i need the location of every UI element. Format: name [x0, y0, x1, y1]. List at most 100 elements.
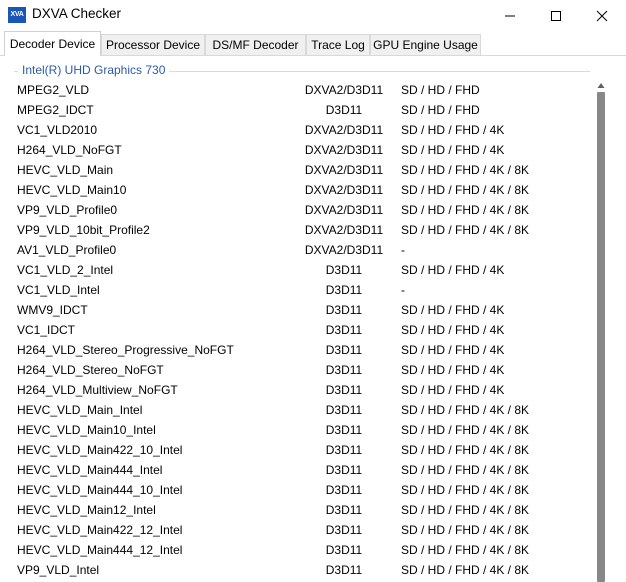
table-row[interactable]: VC1_VLD_2_Intel D3D11 SD / HD / FHD / 4K [0, 260, 600, 280]
decoder-name-cell: H264_VLD_Stereo_NoFGT [17, 363, 164, 377]
resolution-cell: SD / HD / FHD [401, 103, 480, 117]
table-row[interactable]: HEVC_VLD_Main10_Intel D3D11 SD / HD / FHD … [0, 420, 600, 440]
api-cell: DXVA2/D3D11 [304, 203, 384, 217]
api-cell: D3D11 [325, 443, 363, 457]
resolution-cell: SD / HD / FHD / 4K / 8K [401, 503, 530, 517]
table-row[interactable]: HEVC_VLD_Main444_12_Intel D3D11 SD / HD / … [0, 540, 600, 560]
api-cell: D3D11 [325, 403, 363, 417]
decoder-name-cell: WMV9_IDCT [17, 303, 88, 317]
scrollbar-thumb[interactable] [597, 92, 605, 582]
vertical-scrollbar[interactable] [594, 78, 608, 582]
resolution-cell: SD / HD / FHD / 4K / 8K [401, 203, 530, 217]
table-row[interactable]: VC1_IDCT D3D11 SD / HD / FHD / 4K [0, 320, 600, 340]
decoder-name-cell: HEVC_VLD_Main_Intel [17, 403, 143, 417]
api-cell: D3D11 [325, 103, 363, 117]
decoder-name-cell: VP9_VLD_Intel [17, 563, 100, 577]
minimize-icon [505, 15, 515, 17]
resolution-cell: SD / HD / FHD / 4K [401, 303, 505, 317]
decoder-name-cell: VC1_VLD_Intel [17, 283, 100, 297]
resolution-cell: SD / HD / FHD / 4K / 8K [401, 183, 530, 197]
api-cell: D3D11 [325, 343, 363, 357]
table-row[interactable]: VP9_VLD_10bit_Profile2 DXVA2/D3D11 SD / HD… [0, 220, 600, 240]
table-row[interactable]: VC1_VLD_Intel D3D11 - [0, 280, 600, 300]
scroll-up-button[interactable] [594, 78, 608, 90]
table-row[interactable]: HEVC_VLD_Main10 DXVA2/D3D11 SD / HD / FHD … [0, 180, 600, 200]
table-row[interactable]: MPEG2_VLD DXVA2/D3D11 SD / HD / FHD [0, 80, 600, 100]
decoder-name-cell: VC1_VLD2010 [17, 123, 98, 137]
table-row[interactable]: HEVC_VLD_Main_Intel D3D11 SD / HD / FHD / … [0, 400, 600, 420]
table-row[interactable]: HEVC_VLD_Main444_10_Intel D3D11 SD / HD / … [0, 480, 600, 500]
gpu-group-title: Intel(R) UHD Graphics 730 [18, 63, 170, 77]
api-cell: DXVA2/D3D11 [304, 143, 384, 157]
table-row[interactable]: H264_VLD_Stereo_Progressive_NoFGT D3D11 SD… [0, 340, 600, 360]
table-row[interactable]: H264_VLD_Multiview_NoFGT D3D11 SD / HD / F… [0, 380, 600, 400]
table-row[interactable]: VP9_VLD_Profile0 DXVA2/D3D11 SD / HD / FHD… [0, 200, 600, 220]
resolution-cell: SD / HD / FHD / 4K / 8K [401, 563, 530, 577]
tab-processor-device[interactable]: Processor Device [101, 34, 205, 55]
resolution-cell: SD / HD / FHD / 4K / 8K [401, 163, 530, 177]
close-button[interactable] [579, 0, 625, 31]
api-cell: D3D11 [325, 363, 363, 377]
resolution-cell: - [401, 243, 405, 257]
api-cell: DXVA2/D3D11 [304, 243, 384, 257]
dxva-app-icon: XVA [8, 7, 26, 23]
decoder-name-cell: HEVC_VLD_Main10_Intel [17, 423, 156, 437]
resolution-cell: SD / HD / FHD / 4K [401, 323, 505, 337]
table-row[interactable]: HEVC_VLD_Main12_Intel D3D11 SD / HD / FHD … [0, 500, 600, 520]
api-cell: D3D11 [325, 543, 363, 557]
tab-gpu-engine-usage[interactable]: GPU Engine Usage [370, 34, 481, 55]
decoder-name-cell: VC1_VLD_2_Intel [17, 263, 114, 277]
table-row[interactable]: H264_VLD_Stereo_NoFGT D3D11 SD / HD / FHD … [0, 360, 600, 380]
maximize-button[interactable] [533, 0, 579, 31]
decoder-name-cell: HEVC_VLD_Main12_Intel [17, 503, 156, 517]
decoder-name-cell: VP9_VLD_10bit_Profile2 [17, 223, 150, 237]
resolution-cell: SD / HD / FHD / 4K / 8K [401, 443, 530, 457]
decoder-name-cell: H264_VLD_Stereo_Progressive_NoFGT [17, 343, 234, 357]
api-cell: DXVA2/D3D11 [304, 83, 384, 97]
table-row[interactable]: AV1_VLD_Profile0 DXVA2/D3D11 - [0, 240, 600, 260]
tab-ds-mf-decoder[interactable]: DS/MF Decoder [205, 34, 306, 55]
maximize-icon [551, 11, 561, 21]
decoder-name-cell: HEVC_VLD_Main10 [17, 183, 127, 197]
resolution-cell: SD / HD / FHD [401, 83, 480, 97]
tab-decoder-device[interactable]: Decoder Device [4, 31, 101, 56]
decoder-name-cell: VP9_VLD_Profile0 [17, 203, 118, 217]
api-cell: D3D11 [325, 423, 363, 437]
resolution-cell: SD / HD / FHD / 4K [401, 143, 505, 157]
table-row[interactable]: WMV9_IDCT D3D11 SD / HD / FHD / 4K [0, 300, 600, 320]
window-title: DXVA Checker [32, 6, 122, 21]
table-row[interactable]: H264_VLD_NoFGT DXVA2/D3D11 SD / HD / FHD /… [0, 140, 600, 160]
minimize-button[interactable] [487, 0, 533, 31]
decoder-device-panel: Intel(R) UHD Graphics 730 MPEG2_VLD DXVA2… [0, 56, 626, 582]
api-cell: D3D11 [325, 503, 363, 517]
resolution-cell: SD / HD / FHD / 4K / 8K [401, 523, 530, 537]
api-cell: D3D11 [325, 523, 363, 537]
resolution-cell: SD / HD / FHD / 4K [401, 363, 505, 377]
table-row[interactable]: HEVC_VLD_Main444_Intel D3D11 SD / HD / FHD… [0, 460, 600, 480]
resolution-cell: - [401, 283, 405, 297]
resolution-cell: SD / HD / FHD / 4K / 8K [401, 543, 530, 557]
api-cell: D3D11 [325, 463, 363, 477]
table-row[interactable]: VC1_VLD2010 DXVA2/D3D11 SD / HD / FHD / 4K [0, 120, 600, 140]
decoder-name-cell: VC1_IDCT [17, 323, 76, 337]
table-row[interactable]: MPEG2_IDCT D3D11 SD / HD / FHD [0, 100, 600, 120]
decoder-name-cell: H264_VLD_Multiview_NoFGT [17, 383, 178, 397]
api-cell: DXVA2/D3D11 [304, 163, 384, 177]
api-cell: DXVA2/D3D11 [304, 183, 384, 197]
close-icon [596, 10, 608, 22]
table-row[interactable]: VP9_VLD_Intel D3D11 SD / HD / FHD / 4K / 8… [0, 560, 600, 580]
api-cell: D3D11 [325, 303, 363, 317]
table-row[interactable]: HEVC_VLD_Main422_12_Intel D3D11 SD / HD / … [0, 520, 600, 540]
tab-trace-log[interactable]: Trace Log [306, 34, 370, 55]
scroll-up-arrow-icon [597, 83, 605, 88]
api-cell: D3D11 [325, 563, 363, 577]
table-row[interactable]: HEVC_VLD_Main DXVA2/D3D11 SD / HD / FHD / … [0, 160, 600, 180]
api-cell: D3D11 [325, 283, 363, 297]
title-bar: XVA DXVA Checker [0, 0, 626, 31]
table-row[interactable]: HEVC_VLD_Main422_10_Intel D3D11 SD / HD / … [0, 440, 600, 460]
api-cell: DXVA2/D3D11 [304, 223, 384, 237]
decoder-name-cell: HEVC_VLD_Main422_10_Intel [17, 443, 183, 457]
decoder-name-cell: AV1_VLD_Profile0 [17, 243, 117, 257]
resolution-cell: SD / HD / FHD / 4K / 8K [401, 483, 530, 497]
api-cell: D3D11 [325, 323, 363, 337]
